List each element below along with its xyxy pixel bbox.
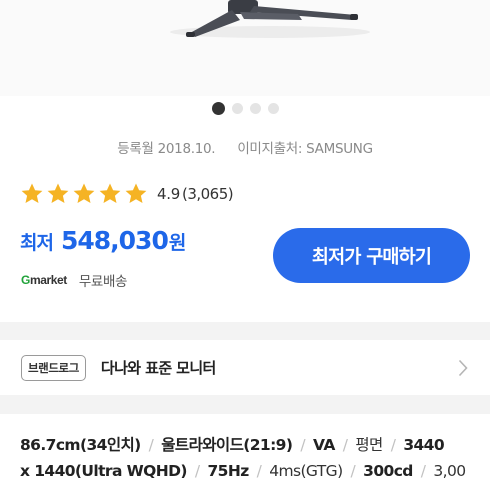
carousel-dot-3[interactable] xyxy=(249,103,261,114)
lowest-price: 최저 548,030 원 xyxy=(20,226,186,255)
star-icon xyxy=(47,183,69,203)
spec-brightness: 300cd xyxy=(363,462,413,480)
seller-info[interactable]: Gmarket 무료배송 xyxy=(21,270,127,290)
brand-log-tag: 브랜드로그 xyxy=(21,354,86,381)
price-value: 548,030 xyxy=(60,226,169,255)
star-icon xyxy=(73,183,95,203)
brand-name: 다나와 표준 모니터 xyxy=(100,359,216,377)
spec-panel: VA xyxy=(312,436,335,454)
spec-aspect: 울트라와이드(21:9) xyxy=(161,436,293,454)
star-icon xyxy=(125,183,147,203)
section-divider xyxy=(0,395,490,414)
star-icon xyxy=(99,183,121,203)
spec-summary: 86.7cm(34인치) / 울트라와이드(21:9) / VA / 평면/3440 x 1… xyxy=(20,432,490,484)
product-rating[interactable]: 4.9 (3,065) xyxy=(20,182,234,206)
carousel-dot-1[interactable] xyxy=(211,102,225,115)
star-icon xyxy=(21,183,43,203)
gmarket-logo: Gmarket xyxy=(21,273,67,287)
brand-log-row[interactable]: 브랜드로그 다나와 표준 모니터 xyxy=(0,340,490,395)
spec-refresh: 75Hz xyxy=(207,462,249,480)
carousel-dot-4[interactable] xyxy=(267,103,279,114)
review-count[interactable]: (3,065) xyxy=(182,185,234,203)
spec-contrast: 3,00 xyxy=(433,462,466,480)
registered-date: 등록월 2018.10. xyxy=(117,141,216,157)
rating-score: 4.9 xyxy=(157,185,180,203)
image-source: 이미지출처: SAMSUNG xyxy=(237,141,373,157)
spec-resolution-width: 3440 xyxy=(403,436,445,454)
spec-surface: 평면 xyxy=(355,436,383,454)
carousel-dot-2[interactable] xyxy=(231,103,243,114)
price-label: 최저 xyxy=(20,232,54,254)
monitor-stand-image xyxy=(170,0,370,38)
image-carousel-indicator[interactable] xyxy=(0,102,490,115)
free-shipping-label: 무료배송 xyxy=(78,274,127,290)
spec-line-2: x 1440(Ultra WQHD)/75Hz/4ms(GTG)/300cd/3… xyxy=(20,462,466,480)
buy-lowest-price-button[interactable]: 최저가 구매하기 xyxy=(273,228,470,283)
star-rating xyxy=(20,182,148,206)
product-meta: 등록월 2018.10. 이미지출처: SAMSUNG xyxy=(0,137,490,157)
spec-resolution: x 1440(Ultra WQHD) xyxy=(20,462,187,480)
price-unit: 원 xyxy=(168,232,187,254)
spec-line-1: 86.7cm(34인치) / 울트라와이드(21:9) / VA / 평면/3440 xyxy=(20,436,445,454)
product-image[interactable] xyxy=(0,0,490,96)
section-divider xyxy=(0,322,490,340)
chevron-right-icon xyxy=(458,359,468,377)
spec-size: 86.7cm(34인치) xyxy=(20,436,141,454)
spec-response: 4ms(GTG) xyxy=(269,462,343,480)
